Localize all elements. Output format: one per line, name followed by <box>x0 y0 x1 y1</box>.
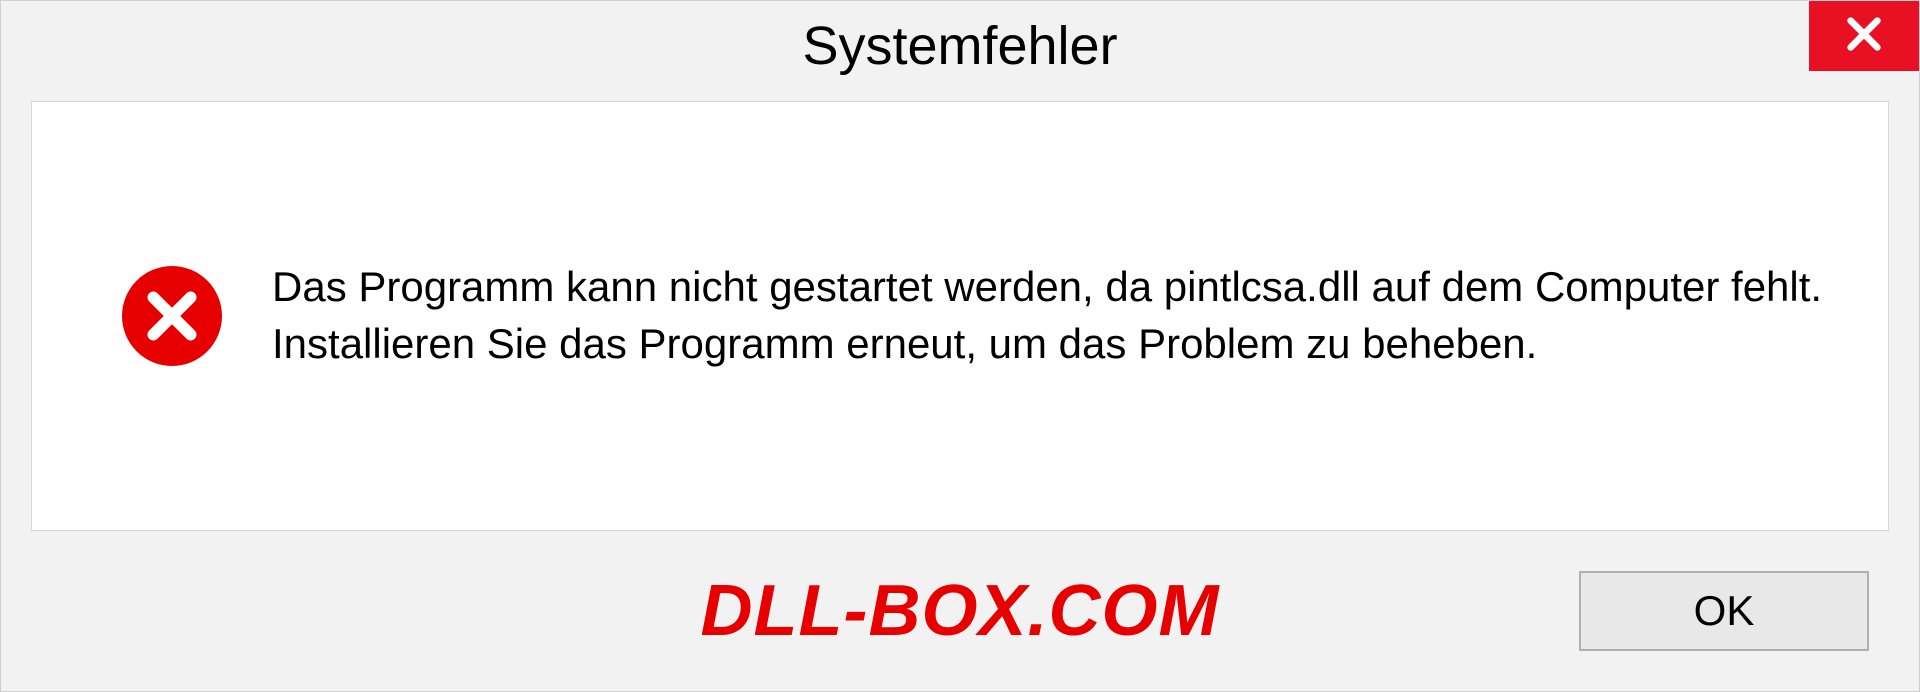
titlebar: Systemfehler <box>1 1 1919 91</box>
close-icon <box>1844 14 1884 59</box>
error-icon <box>122 266 222 366</box>
error-message: Das Programm kann nicht gestartet werden… <box>272 259 1828 372</box>
content-panel: Das Programm kann nicht gestartet werden… <box>31 101 1889 531</box>
error-dialog: Systemfehler Das Programm kann nicht ges… <box>0 0 1920 692</box>
watermark-text: DLL-BOX.COM <box>701 570 1220 652</box>
dialog-footer: DLL-BOX.COM OK <box>1 531 1919 691</box>
close-button[interactable] <box>1809 1 1919 71</box>
ok-button[interactable]: OK <box>1579 571 1869 651</box>
dialog-title: Systemfehler <box>802 15 1117 77</box>
